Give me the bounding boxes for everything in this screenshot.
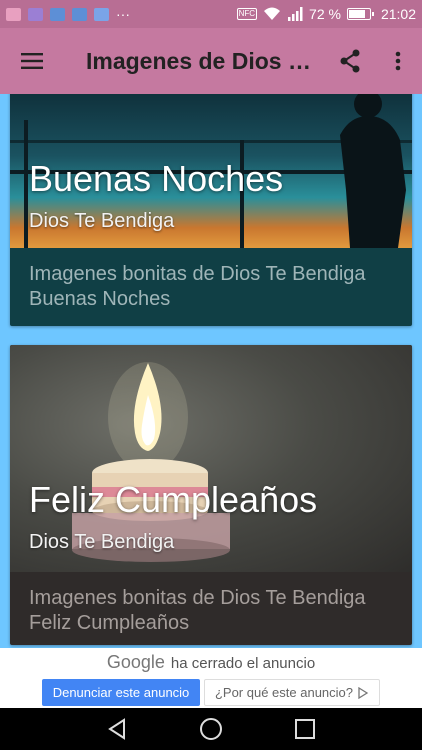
app-notification-icon <box>94 7 109 21</box>
more-notifications-icon: ··· <box>116 6 130 22</box>
wifi-icon <box>264 7 281 20</box>
system-navigation-bar <box>0 708 422 750</box>
image-notification-icon <box>72 7 87 21</box>
battery-percent: 72 % <box>309 6 341 22</box>
status-bar: ··· NFC 72 % 21:02 <box>0 0 422 28</box>
app-toolbar: Imagenes de Dios T… <box>0 28 422 94</box>
page-title: Imagenes de Dios T… <box>86 47 312 74</box>
card-subtitle: Dios Te Bendiga <box>29 531 175 553</box>
share-icon <box>340 49 360 73</box>
card-buenas-noches[interactable]: Buenas Noches Dios Te Bendiga Imagenes b… <box>10 94 412 326</box>
recents-icon <box>295 719 315 739</box>
clock: 21:02 <box>380 6 416 22</box>
card-subtitle: Dios Te Bendiga <box>29 210 175 232</box>
signal-icon <box>288 7 303 21</box>
adchoices-icon <box>358 686 369 699</box>
card-title: Feliz Cumpleaños <box>29 479 318 520</box>
card-feliz-cumpleanos[interactable]: Feliz Cumpleaños Dios Te Bendiga Imagene… <box>10 345 412 645</box>
home-button[interactable] <box>191 709 231 749</box>
card-description: Imagenes bonitas de Dios Te Bendiga Feli… <box>29 587 366 634</box>
ad-closed-text: ha cerrado el anuncio <box>170 655 316 672</box>
gallery-icon <box>28 7 43 21</box>
card-title: Buenas Noches <box>29 158 284 199</box>
image-notification-icon <box>50 7 65 21</box>
back-button[interactable] <box>97 709 137 749</box>
home-icon <box>200 718 222 740</box>
gmail-icon <box>6 7 21 21</box>
card-description: Imagenes bonitas de Dios Te Bendiga Buen… <box>29 263 366 310</box>
google-logo: Google <box>106 652 165 672</box>
recents-button[interactable] <box>285 709 325 749</box>
ad-banner: Google ha cerrado el anuncio Denunciar es… <box>0 648 422 708</box>
hamburger-menu-icon <box>21 53 43 69</box>
overflow-menu-button[interactable] <box>374 28 422 94</box>
why-this-ad-label: ¿Por qué este anuncio? <box>214 685 354 700</box>
report-ad-button[interactable]: Denunciar este anuncio <box>42 679 200 706</box>
nfc-icon: NFC <box>236 8 258 20</box>
why-this-ad-button[interactable]: ¿Por qué este anuncio? <box>204 679 380 706</box>
menu-button[interactable] <box>0 28 64 94</box>
ad-closed-message: Google ha cerrado el anuncio <box>0 652 422 673</box>
share-button[interactable] <box>326 28 374 94</box>
more-vert-icon <box>395 51 401 71</box>
battery-icon <box>346 8 374 20</box>
notification-icons: ··· <box>6 6 130 22</box>
back-icon <box>108 718 125 740</box>
category-list[interactable]: Buenas Noches Dios Te Bendiga Imagenes b… <box>0 94 422 648</box>
